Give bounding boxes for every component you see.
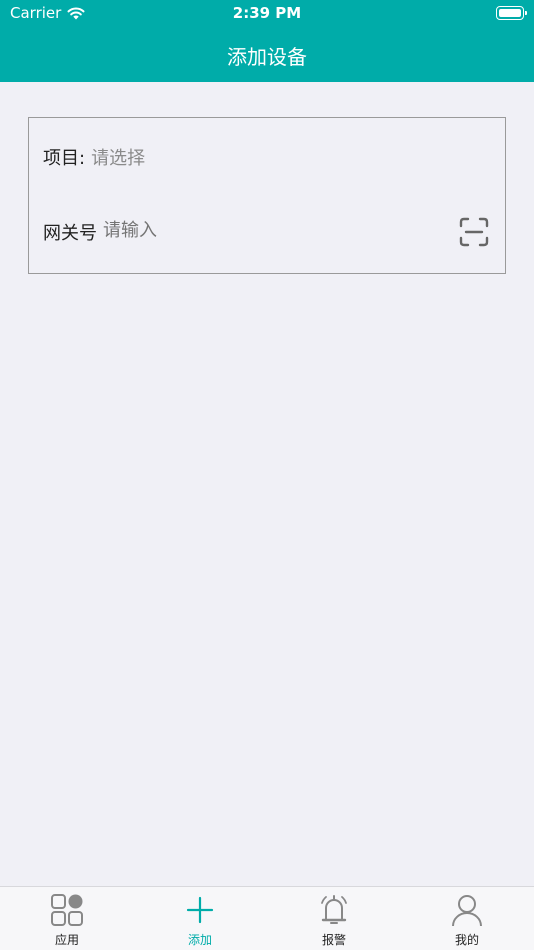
tab-apps-label: 应用: [54, 933, 79, 947]
status-time: 2:39 PM: [232, 4, 302, 22]
tab-add-label: 添加: [187, 933, 212, 947]
gateway-input[interactable]: [103, 219, 328, 241]
project-row[interactable]: 项目: 请选择: [29, 132, 505, 182]
page-title: 添加设备: [227, 45, 307, 69]
tab-add[interactable]: 添加: [150, 893, 250, 950]
apps-icon: [51, 894, 83, 926]
tab-alarm-label: 报警: [321, 933, 346, 947]
project-label: 项目:: [43, 148, 86, 169]
project-select[interactable]: 请选择: [91, 144, 145, 170]
battery-icon: [496, 6, 527, 20]
navigation-header: Carrier 2:39 PM 添加设备: [0, 0, 534, 82]
tab-profile[interactable]: 我的: [417, 893, 517, 950]
tab-alarm[interactable]: 报警: [284, 893, 384, 950]
add-device-form: 项目: 请选择 网关号: [28, 117, 506, 274]
status-bar: Carrier 2:39 PM: [0, 0, 534, 28]
plus-icon: [186, 896, 214, 924]
tab-profile-label: 我的: [454, 933, 479, 947]
user-icon: [452, 895, 482, 927]
gateway-row: 网关号: [29, 207, 505, 257]
tab-apps[interactable]: 应用: [17, 893, 117, 950]
bell-icon: [321, 895, 347, 924]
gateway-label: 网关号: [43, 223, 97, 244]
scan-icon[interactable]: [459, 217, 489, 247]
tab-bar: 应用 添加 报警 我的: [0, 886, 534, 950]
